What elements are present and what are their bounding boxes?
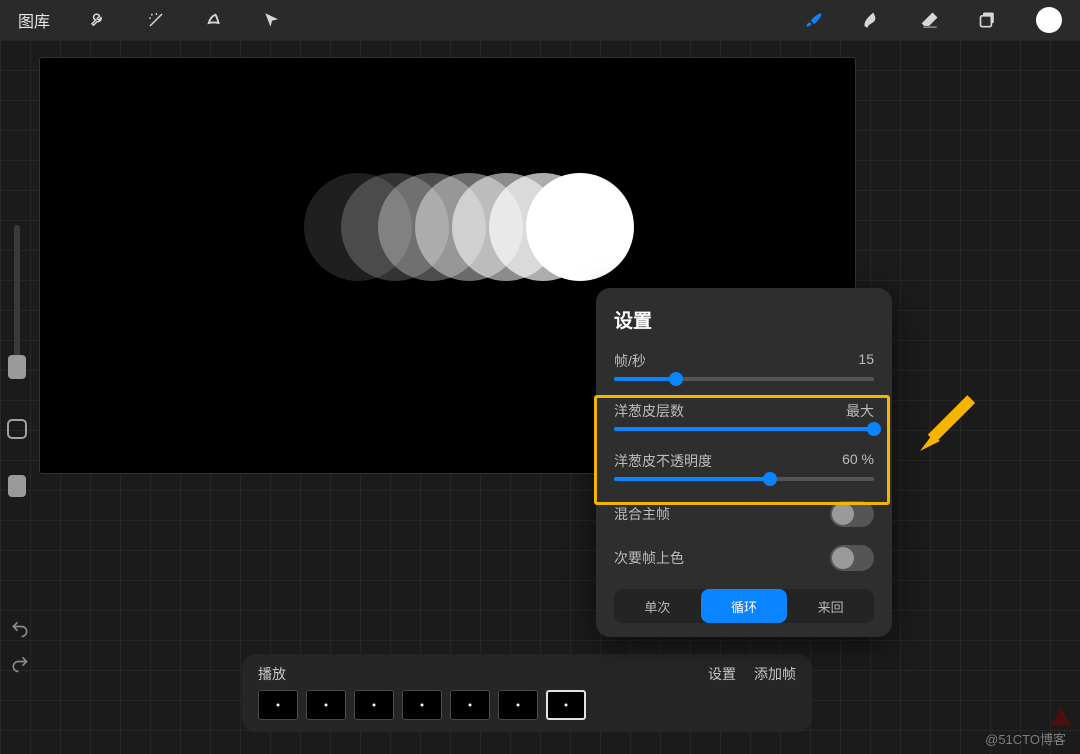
eraser-icon[interactable] — [920, 10, 940, 30]
seg-loop[interactable]: 循环 — [701, 589, 788, 623]
onion-opacity-label: 洋葱皮不透明度 — [614, 451, 712, 471]
popover-title: 设置 — [614, 306, 874, 333]
opacity-slider-thumb[interactable] — [8, 475, 26, 497]
tint-secondary-label: 次要帧上色 — [614, 548, 684, 568]
tint-secondary-toggle[interactable] — [830, 545, 874, 571]
slider-fill — [614, 477, 770, 481]
timeline-frame[interactable] — [498, 690, 538, 720]
fps-label: 帧/秒 — [614, 351, 646, 371]
brush-size-slider[interactable] — [14, 225, 20, 375]
side-slider-rail — [4, 225, 30, 525]
timeline-frame[interactable] — [354, 690, 394, 720]
brush-icon[interactable] — [804, 10, 824, 30]
timeline-frame[interactable] — [450, 690, 490, 720]
mix-main-label: 混合主帧 — [614, 504, 670, 524]
seg-pingpong[interactable]: 来回 — [787, 589, 874, 623]
wrench-icon[interactable] — [88, 10, 108, 30]
timeline-frame[interactable] — [402, 690, 442, 720]
fps-setting: 帧/秒 15 — [614, 351, 874, 381]
onion-layers-setting: 洋葱皮层数 最大 — [614, 401, 874, 431]
fps-value: 15 — [858, 351, 874, 371]
slider-knob[interactable] — [867, 422, 881, 436]
frame-strip — [258, 690, 796, 720]
slider-knob[interactable] — [669, 372, 683, 386]
mix-main-frame-row: 混合主帧 — [614, 501, 874, 527]
wand-icon[interactable] — [146, 10, 166, 30]
slider-fill — [614, 427, 874, 431]
animation-settings-popover: 设置 帧/秒 15 洋葱皮层数 最大 洋葱皮不透明度 60 % 混 — [596, 288, 892, 637]
onion-opacity-value: 60 % — [842, 451, 874, 471]
seg-once[interactable]: 单次 — [614, 589, 701, 623]
gallery-button[interactable]: 图库 — [18, 8, 50, 32]
slider-thumb[interactable] — [8, 355, 26, 379]
tint-secondary-row: 次要帧上色 — [614, 545, 874, 571]
top-toolbar: 图库 — [0, 0, 1080, 40]
onion-opacity-slider[interactable] — [614, 477, 874, 481]
move-icon[interactable] — [262, 10, 282, 30]
selection-icon[interactable] — [204, 10, 224, 30]
layers-icon[interactable] — [978, 10, 998, 30]
timeline-header: 播放 设置 添加帧 — [258, 664, 796, 684]
color-swatch[interactable] — [1036, 7, 1062, 33]
toolbar-right-group — [804, 7, 1062, 33]
corner-mark-icon — [1050, 708, 1072, 726]
timeline-settings-button[interactable]: 设置 — [708, 664, 736, 684]
undo-icon[interactable] — [10, 619, 30, 644]
fps-slider[interactable] — [614, 377, 874, 381]
timeline-frame[interactable] — [258, 690, 298, 720]
animation-timeline: 播放 设置 添加帧 — [242, 654, 812, 732]
smudge-icon[interactable] — [862, 10, 882, 30]
onion-layers-label: 洋葱皮层数 — [614, 401, 684, 421]
slider-fill — [614, 377, 676, 381]
onion-opacity-setting: 洋葱皮不透明度 60 % — [614, 451, 874, 481]
watermark-text: @51CTO博客 — [985, 729, 1066, 748]
playback-mode-segment: 单次 循环 来回 — [614, 589, 874, 623]
onion-layers-slider[interactable] — [614, 427, 874, 431]
annotation-arrow-icon — [916, 395, 986, 470]
timeline-frame-selected[interactable] — [546, 690, 586, 720]
onion-layers-value: 最大 — [846, 401, 874, 421]
add-frame-button[interactable]: 添加帧 — [754, 664, 796, 684]
redo-icon[interactable] — [10, 654, 30, 679]
mix-main-toggle[interactable] — [830, 501, 874, 527]
timeline-frame[interactable] — [306, 690, 346, 720]
slider-knob[interactable] — [763, 472, 777, 486]
modifier-button[interactable] — [7, 419, 27, 439]
toolbar-left-group: 图库 — [18, 8, 282, 32]
current-frame — [526, 173, 634, 281]
play-button[interactable]: 播放 — [258, 664, 286, 684]
